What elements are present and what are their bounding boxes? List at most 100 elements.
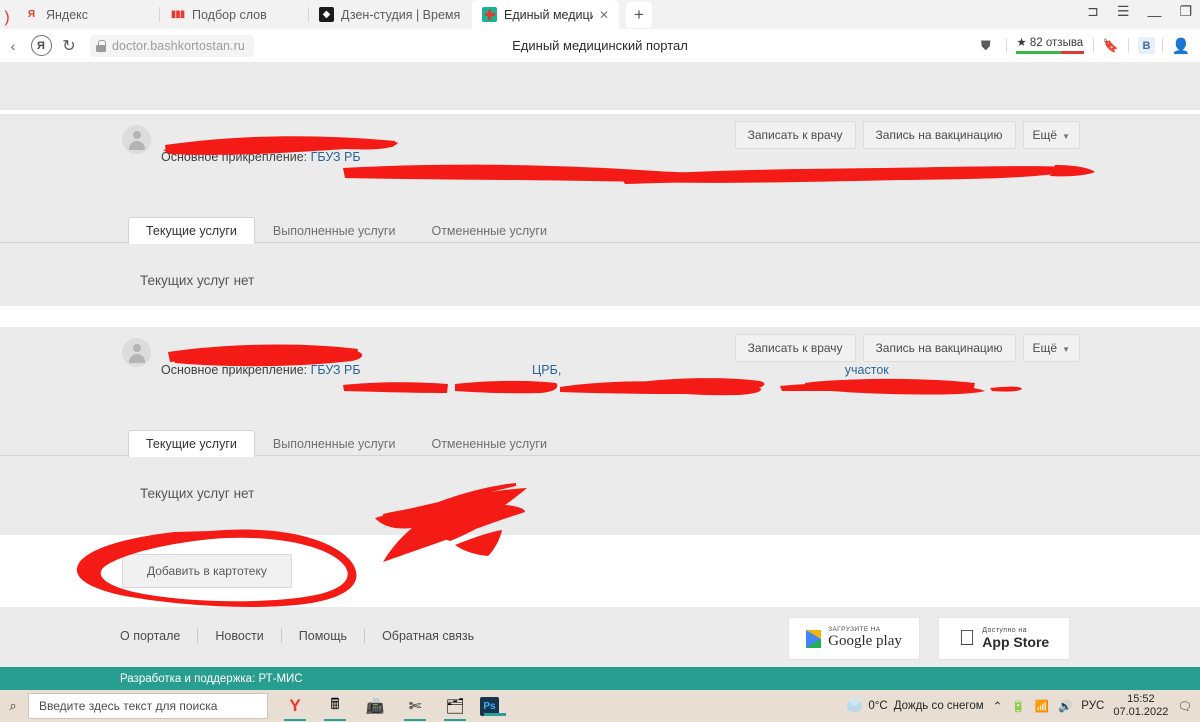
bookmark-icon[interactable]: 🔖 <box>1103 38 1119 54</box>
browser-tab-label: Подбор слов <box>192 7 267 22</box>
patient-card-body: Основное прикрепление: ГБУЗ РБ ЦРБ, учас… <box>0 327 1200 501</box>
address-bar[interactable]: doctor.bashkortostan.ru <box>90 34 254 57</box>
services-tabs-2: Текущие услуги Выполненные услуги Отмене… <box>0 429 1200 457</box>
reload-icon[interactable]: ↻ <box>58 35 80 57</box>
reviews-label: ★ 82 отзыва <box>1016 37 1084 50</box>
volume-icon[interactable]: 🔊 <box>1058 699 1072 713</box>
clock-time: 15:52 <box>1127 693 1155 706</box>
browser-tab-yandex[interactable]: Я Яндекс <box>14 0 159 29</box>
add-to-card-file-button[interactable]: Добавить в картотеку <box>122 554 292 588</box>
page-footer: О портале Новости Помощь Обратная связь … <box>0 607 1200 667</box>
developer-label: Разработка и поддержка: РТ-МИС <box>120 673 303 685</box>
patient-card-2: Основное прикрепление: ГБУЗ РБ ЦРБ, учас… <box>0 327 1200 535</box>
window-controls: ⊐ ☰ — ❐ <box>1087 4 1192 22</box>
tray-expand-icon[interactable]: ⌃ <box>993 699 1003 713</box>
snipping-tool-icon[interactable]: ✄ <box>400 691 430 721</box>
divider <box>1092 38 1094 53</box>
calculator-icon[interactable]: 🖩 <box>320 691 350 721</box>
developer-bar: Разработка и поддержка: РТ-МИС <box>0 667 1200 690</box>
weather-widget[interactable]: 0°C Дождь со снегом <box>847 696 984 712</box>
app-store-badges: ЗАГРУЗИТЕ НА Google play  Доступно на A… <box>788 617 1070 660</box>
vk-extension-icon[interactable]: B <box>1138 37 1155 54</box>
browser-tab-label: Яндекс <box>46 7 89 22</box>
scanner-icon[interactable]: 📠 <box>360 691 390 721</box>
attachment-facility: ЦРБ, <box>532 363 562 377</box>
browser-tab-podbor-slov[interactable]: ▮▮▮ Подбор слов <box>160 0 308 29</box>
browser-tab-medical-portal[interactable]: Единый медицинский п ✕ <box>472 0 619 29</box>
vaccination-button[interactable]: Запись на вакцинацию <box>862 121 1016 149</box>
tab-strip-left-icon: ) <box>4 9 10 26</box>
notifications-icon[interactable]: 🗨 <box>1177 699 1192 713</box>
windows-taskbar: ⌕ Введите здесь текст для поиска Y 🖩 📠 ✄… <box>0 690 1200 722</box>
divider <box>1128 38 1129 53</box>
yandex-icon: Я <box>27 9 36 20</box>
start-button[interactable]: ⌕ <box>0 698 26 714</box>
empty-services-message-2: Текущих услуг нет <box>140 486 255 501</box>
browser-tab-label: Единый медицинский п <box>504 7 593 22</box>
back-icon[interactable]: ‹ <box>2 35 24 57</box>
attachment-label: Основное прикрепление: <box>161 150 308 164</box>
attachment-district: участок <box>844 363 889 377</box>
tab-current-services[interactable]: Текущие услуги <box>128 217 255 244</box>
menu-icon[interactable]: ☰ <box>1117 4 1130 18</box>
appointment-button[interactable]: Записать к врачу <box>734 121 856 149</box>
footer-link-help[interactable]: Помощь <box>282 629 364 643</box>
language-indicator[interactable]: РУС <box>1081 700 1104 712</box>
translate-icon[interactable]: ⛊ <box>975 35 997 57</box>
medical-cross-icon <box>482 7 497 22</box>
footer-link-feedback[interactable]: Обратная связь <box>365 629 491 643</box>
google-play-icon <box>806 629 822 648</box>
appointment-button[interactable]: Записать к врачу <box>734 334 856 362</box>
empty-services-message-1: Текущих услуг нет <box>140 273 255 288</box>
browser-url-bar: ‹ Я ↻ doctor.bashkortostan.ru Единый мед… <box>0 29 1200 63</box>
vaccination-button[interactable]: Запись на вакцинацию <box>862 334 1016 362</box>
clock-date: 07.01.2022 <box>1113 706 1169 718</box>
taskbar-search-input[interactable]: Введите здесь текст для поиска <box>28 693 268 719</box>
google-play-badge[interactable]: ЗАГРУЗИТЕ НА Google play <box>788 617 920 660</box>
browser-tab-label: Дзен-студия | Время смот <box>341 7 462 22</box>
yandex-browser-icon[interactable]: Y <box>280 691 310 721</box>
clock[interactable]: 15:52 07.01.2022 <box>1113 693 1168 718</box>
footer-links: О портале Новости Помощь Обратная связь <box>120 628 491 643</box>
photoshop-icon[interactable]: Ps <box>480 696 506 716</box>
site-reviews-badge[interactable]: ★ 82 отзыва <box>1015 37 1084 54</box>
battery-icon[interactable]: 🔋 <box>1011 699 1025 713</box>
restore-icon[interactable]: ❐ <box>1179 4 1192 18</box>
tab-current-services[interactable]: Текущие услуги <box>128 430 255 457</box>
lock-icon <box>96 39 106 52</box>
tab-cancelled-services[interactable]: Отмененные услуги <box>413 430 565 457</box>
more-button[interactable]: Ещё ▼ <box>1022 334 1080 362</box>
weather-description: Дождь со снегом <box>893 700 984 712</box>
footer-link-news[interactable]: Новости <box>198 629 280 643</box>
wifi-icon[interactable]: 📶 <box>1035 699 1049 713</box>
apple-icon:  <box>959 626 976 649</box>
chevron-down-icon: ▼ <box>1062 345 1070 354</box>
collections-icon[interactable]: ⊐ <box>1087 4 1099 18</box>
browser-tab-zen-studio[interactable]: ◆ Дзен-студия | Время смот <box>309 0 472 29</box>
url-bar-actions: ⛊ ★ 82 отзыва 🔖 B 👤 <box>969 35 1192 57</box>
new-tab-button[interactable]: + <box>626 2 652 28</box>
footer-link-about[interactable]: О портале <box>120 629 197 643</box>
system-tray: 0°C Дождь со снегом ⌃ 🔋 📶 🔊 РУС 15:52 07… <box>847 693 1192 718</box>
taskbar-app-icons: Y 🖩 📠 ✄ 🗂 Ps <box>280 691 506 721</box>
patient-actions-2: Записать к врачу Запись на вакцинацию Ещ… <box>734 334 1080 362</box>
attachment-organization: ГБУЗ РБ <box>310 150 361 164</box>
file-explorer-icon[interactable]: 🗂 <box>440 691 470 721</box>
patient-attachment: Основное прикрепление: ГБУЗ РБ <box>161 150 361 164</box>
address-text: doctor.bashkortostan.ru <box>112 38 245 53</box>
reviews-rating-bar <box>1015 51 1084 54</box>
yandex-home-icon[interactable]: Я <box>30 35 52 57</box>
tab-cancelled-services[interactable]: Отмененные услуги <box>413 217 565 244</box>
profile-icon[interactable]: 👤 <box>1170 35 1192 57</box>
tab-completed-services[interactable]: Выполненные услуги <box>255 430 414 457</box>
close-icon[interactable]: ✕ <box>599 9 609 21</box>
browser-tab-strip: ) Я Яндекс ▮▮▮ Подбор слов ◆ Дзен-студия… <box>0 0 1200 29</box>
services-tabs-1: Текущие услуги Выполненные услуги Отмене… <box>0 216 1200 244</box>
tab-completed-services[interactable]: Выполненные услуги <box>255 217 414 244</box>
minimize-icon[interactable]: — <box>1147 8 1161 22</box>
more-button[interactable]: Ещё ▼ <box>1022 121 1080 149</box>
app-store-badge[interactable]:  Доступно на App Store <box>938 617 1070 660</box>
patient-card-1: Основное прикрепление: ГБУЗ РБ Записать … <box>0 114 1200 306</box>
attachment-label: Основное прикрепление: <box>161 363 308 377</box>
more-button-label: Ещё <box>1032 341 1058 355</box>
